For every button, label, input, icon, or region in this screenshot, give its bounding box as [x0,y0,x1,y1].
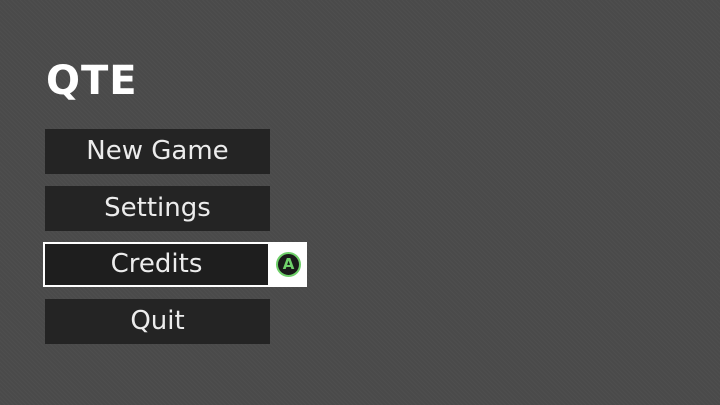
main-menu: New Game Settings Credits A Quit [43,129,307,355]
quit-button[interactable]: Quit [45,298,270,344]
new-game-button[interactable]: New Game [45,129,270,174]
a-button-icon: A [276,252,301,277]
confirm-prompt: A [270,242,307,287]
credits-button-label: Credits [110,249,203,279]
game-title: QTE [46,58,138,104]
settings-button[interactable]: Settings [45,185,270,231]
credits-button[interactable]: Credits A [43,242,307,287]
